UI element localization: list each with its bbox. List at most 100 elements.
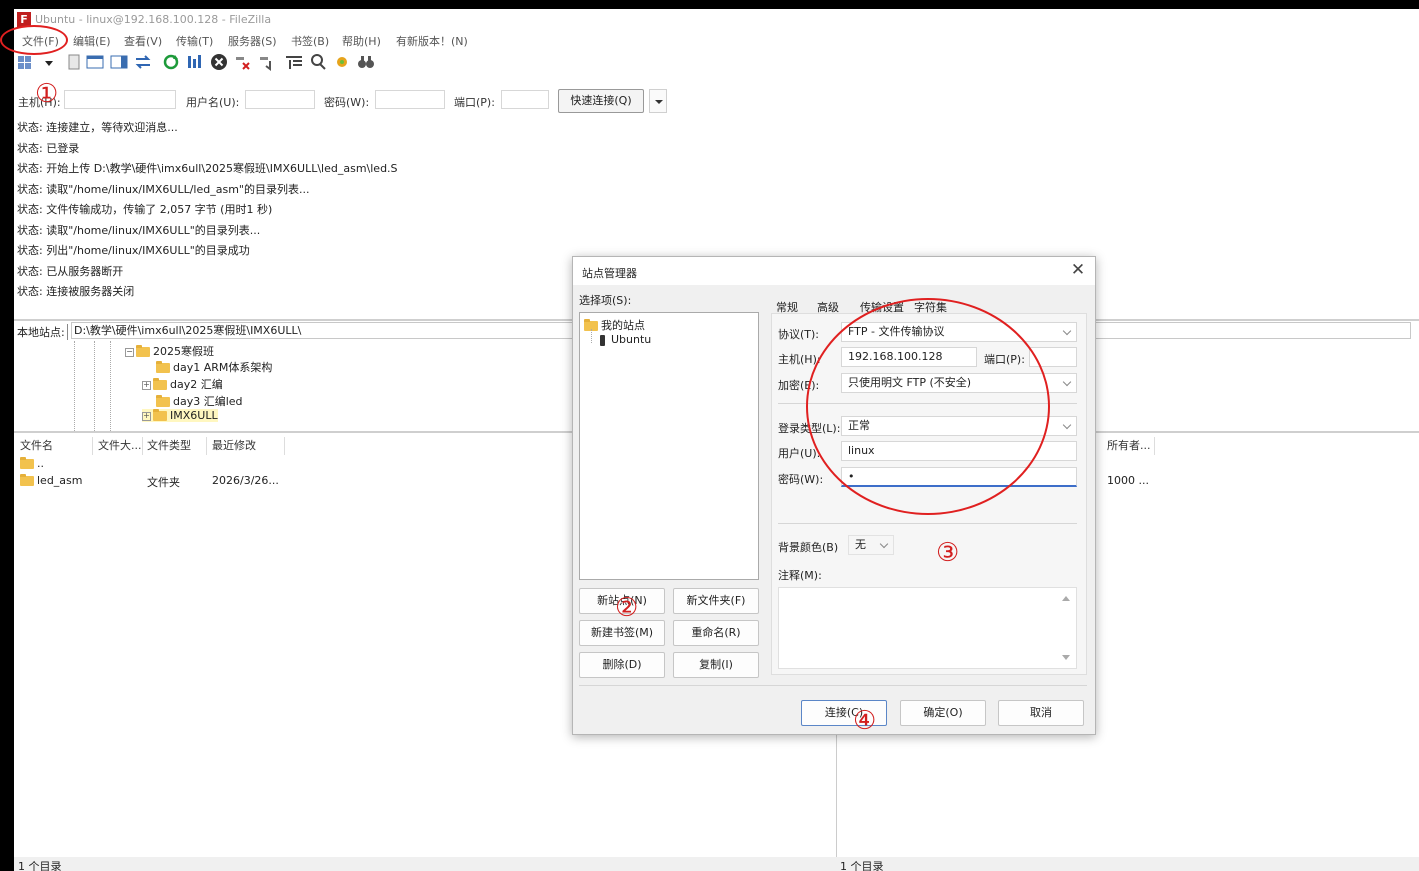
- new-bookmark-button[interactable]: 新建书签(M): [579, 620, 665, 646]
- tree-root[interactable]: 我的站点: [584, 317, 645, 333]
- password-input[interactable]: [375, 90, 445, 109]
- folder-icon: [136, 345, 150, 357]
- remote-status: 1 个目录: [840, 860, 884, 871]
- log-line: 状态: 开始上传 D:\教学\硬件\imx6ull\2025寒假班\IMX6UL…: [17, 162, 398, 175]
- port-input[interactable]: [501, 90, 549, 109]
- tree-item[interactable]: + day2 汇编: [142, 376, 223, 392]
- file-row-parent[interactable]: ..: [20, 457, 44, 470]
- sync-browse-icon[interactable]: [134, 53, 152, 71]
- disconnect-icon[interactable]: [234, 53, 252, 71]
- ok-button[interactable]: 确定(O): [900, 700, 986, 726]
- filter-icon[interactable]: [186, 53, 204, 71]
- site-password-label: 密码(W):: [778, 473, 824, 486]
- collapse-icon[interactable]: −: [125, 347, 134, 357]
- log-line: 状态: 列出"/home/linux/IMX6ULL"的目录成功: [17, 244, 250, 257]
- folder-icon: [20, 457, 34, 469]
- column-owner[interactable]: 所有者...: [1107, 437, 1151, 457]
- port-label: 端口(P):: [454, 96, 495, 109]
- column-filename[interactable]: 文件名: [20, 437, 53, 457]
- log-line: 状态: 已从服务器断开: [17, 265, 124, 278]
- compare-icon[interactable]: [333, 53, 351, 71]
- menu-bar: 文件(F) 编辑(E) 查看(V) 传输(T) 服务器(S) 书签(B) 帮助(…: [14, 31, 1419, 49]
- server-icon: [600, 334, 605, 346]
- bg-color-label: 背景颜色(B): [778, 541, 839, 554]
- site-manager-dialog: 站点管理器 ✕ 选择项(S): 我的站点 Ubuntu 新站点(N) 新文件夹(…: [572, 256, 1096, 735]
- split-view-icon[interactable]: [86, 53, 104, 71]
- log-line: 状态: 读取"/home/linux/IMX6ULL"的目录列表...: [17, 224, 261, 237]
- site-manager-icon[interactable]: [17, 53, 55, 71]
- annotation-marker-1: ①: [35, 79, 59, 109]
- log-line: 状态: 已登录: [17, 142, 80, 155]
- window-title: Ubuntu - linux@192.168.100.128 - FileZil…: [35, 13, 272, 26]
- tree-site-ubuntu[interactable]: Ubuntu: [600, 333, 651, 346]
- log-line: 状态: 连接被服务器关闭: [17, 285, 135, 298]
- local-status: 1 个目录: [18, 860, 62, 871]
- annotation-marker-4: ④: [853, 706, 877, 736]
- file-row[interactable]: led_asm: [20, 474, 83, 487]
- cancel-button[interactable]: 取消: [998, 700, 1084, 726]
- site-tree[interactable]: 我的站点 Ubuntu: [579, 312, 759, 580]
- file-type-value: 文件夹: [147, 476, 180, 489]
- tree-item-selected[interactable]: + IMX6ULL: [142, 409, 218, 422]
- annotation-ring-file-menu: [0, 25, 68, 55]
- username-input[interactable]: [245, 90, 315, 109]
- notes-textarea[interactable]: [778, 587, 1077, 669]
- menu-help[interactable]: 帮助(H): [342, 33, 381, 49]
- password-label: 密码(W):: [324, 96, 370, 109]
- folder-icon: [156, 361, 170, 373]
- refresh-icon[interactable]: [162, 53, 180, 71]
- copy-button[interactable]: 复制(I): [673, 652, 759, 678]
- toolbar: [14, 51, 1419, 75]
- title-bar: F Ubuntu - linux@192.168.100.128 - FileZ…: [14, 9, 1419, 31]
- menu-bookmarks[interactable]: 书签(B): [291, 33, 329, 49]
- status-bar: 1 个目录 1 个目录: [14, 857, 1419, 871]
- user-label: 用户名(U):: [186, 96, 240, 109]
- close-icon[interactable]: ✕: [1069, 260, 1087, 280]
- tree-item[interactable]: day1 ARM体系架构: [156, 359, 272, 375]
- log-line: 状态: 读取"/home/linux/IMX6ULL/led_asm"的目录列表…: [17, 183, 310, 196]
- file-modified-value: 2026/3/26...: [212, 474, 279, 487]
- stop-icon[interactable]: [210, 53, 228, 71]
- site-user-label: 用户(U):: [778, 447, 821, 460]
- quickconnect-dropdown-icon[interactable]: [649, 89, 667, 113]
- rename-button[interactable]: 重命名(R): [673, 620, 759, 646]
- file-icon[interactable]: [65, 53, 83, 71]
- queue-icon[interactable]: [285, 53, 303, 71]
- remote-owner-value: 1000 ...: [1107, 474, 1149, 487]
- expand-icon[interactable]: +: [142, 380, 151, 390]
- search-icon[interactable]: [309, 53, 327, 71]
- menu-new-version[interactable]: 有新版本！(N): [396, 33, 468, 49]
- menu-view[interactable]: 查看(V): [124, 33, 162, 49]
- dialog-title-bar: 站点管理器 ✕: [573, 257, 1095, 285]
- scroll-down-icon[interactable]: [1062, 655, 1070, 660]
- column-modified[interactable]: 最近修改: [212, 437, 256, 457]
- expand-icon[interactable]: +: [142, 411, 151, 421]
- column-filetype[interactable]: 文件类型: [147, 437, 191, 457]
- quickconnect-bar: 主机(H): 用户名(U): 密码(W): 端口(P): 快速连接(Q): [14, 81, 1419, 113]
- folder-icon: [156, 395, 170, 407]
- tree-item[interactable]: −2025寒假班: [125, 343, 214, 359]
- column-filesize[interactable]: 文件大...: [98, 437, 142, 457]
- log-line: 状态: 文件传输成功，传输了 2,057 字节 (用时1 秒): [17, 203, 273, 216]
- menu-transfer[interactable]: 传输(T): [176, 33, 213, 49]
- annotation-ring-site-settings: [806, 298, 1050, 515]
- host-input[interactable]: [64, 90, 176, 109]
- select-entry-label: 选择项(S):: [579, 294, 632, 307]
- delete-button[interactable]: 删除(D): [579, 652, 665, 678]
- tree-item[interactable]: day3 汇编led: [156, 393, 243, 409]
- scroll-up-icon[interactable]: [1062, 596, 1070, 601]
- log-line: 状态: 连接建立，等待欢迎消息...: [17, 121, 178, 134]
- quickconnect-button[interactable]: 快速连接(Q): [558, 89, 644, 113]
- bg-color-select[interactable]: 无: [848, 535, 894, 555]
- find-icon[interactable]: [357, 53, 375, 71]
- protocol-label: 协议(T):: [778, 328, 820, 341]
- folder-icon: [153, 409, 167, 421]
- new-folder-button[interactable]: 新文件夹(F): [673, 588, 759, 614]
- annotation-marker-3: ③: [936, 538, 960, 568]
- local-site-label: 本地站点:: [17, 324, 68, 340]
- reconnect-icon[interactable]: [258, 53, 276, 71]
- menu-server[interactable]: 服务器(S): [228, 33, 277, 49]
- folder-icon: [153, 378, 167, 390]
- split-view-2-icon[interactable]: [110, 53, 128, 71]
- menu-edit[interactable]: 编辑(E): [73, 33, 111, 49]
